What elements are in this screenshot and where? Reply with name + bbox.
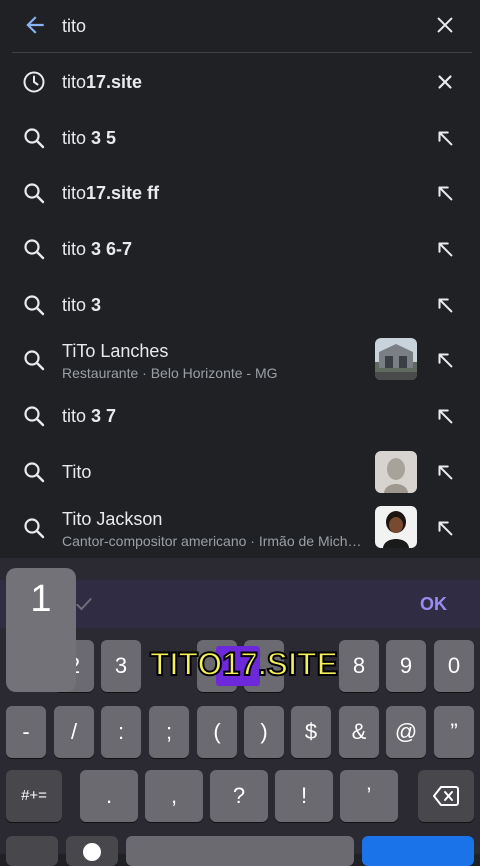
search-input[interactable] [62, 14, 402, 38]
fill-query-arrow-icon[interactable] [434, 461, 456, 483]
backspace-icon [433, 786, 459, 806]
suggestion-row[interactable]: TiTo Lanches Restaurante · Belo Horizont… [0, 332, 480, 388]
suggestion-title: tito17.site [62, 72, 143, 92]
ok-button[interactable]: OK [420, 594, 447, 615]
entity-thumbnail [375, 451, 417, 493]
keyboard-switch-key[interactable] [6, 836, 58, 866]
key-at[interactable]: @ [386, 706, 426, 758]
search-icon [24, 350, 45, 371]
suggestion-subtitle: Cantor-compositor americano · Irmão de M… [62, 533, 362, 549]
history-icon [23, 71, 45, 93]
space-key[interactable] [126, 836, 354, 866]
search-icon [24, 518, 45, 539]
key-question[interactable]: ? [210, 770, 268, 822]
suggestion-title: Tito [62, 462, 92, 482]
suggestion-title: tito 3 5 [62, 128, 117, 148]
suggestion-title: tito 3 [62, 295, 102, 315]
key-8[interactable]: 8 [339, 640, 379, 692]
key-exclamation[interactable]: ! [275, 770, 333, 822]
search-icon [24, 183, 45, 204]
suggestion-title: tito 3 7 [62, 406, 117, 426]
suggestion-title: Tito Jackson [62, 509, 163, 529]
key-dollar[interactable]: $ [291, 706, 331, 758]
remove-icon[interactable] [434, 71, 456, 93]
suggestion-row[interactable]: tito17.site ff [0, 165, 480, 221]
search-icon [24, 128, 45, 149]
fill-query-arrow-icon[interactable] [434, 182, 456, 204]
emoji-key[interactable] [66, 836, 118, 866]
key-0[interactable]: 0 [434, 640, 474, 692]
enter-key[interactable] [362, 836, 474, 866]
backspace-key[interactable] [418, 770, 474, 822]
key-apostrophe[interactable]: ’ [340, 770, 398, 822]
key-popup-1: 1 [6, 568, 76, 692]
key-colon[interactable]: : [101, 706, 141, 758]
popup-key-label: 1 [30, 578, 52, 620]
key-slash[interactable]: / [54, 706, 94, 758]
search-icon [24, 406, 45, 427]
key-ampersand[interactable]: & [339, 706, 379, 758]
key-semicolon[interactable]: ; [149, 706, 189, 758]
key-minus[interactable]: - [6, 706, 46, 758]
back-arrow-icon[interactable] [22, 12, 48, 38]
search-bar [0, 0, 480, 52]
suggestion-row[interactable]: tito 3 7 [0, 388, 480, 444]
fill-query-arrow-icon[interactable] [434, 127, 456, 149]
key-9[interactable]: 9 [386, 640, 426, 692]
place-thumbnail [375, 338, 417, 380]
fill-query-arrow-icon[interactable] [434, 405, 456, 427]
suggestion-row[interactable]: tito 3 [0, 277, 480, 333]
suggestion-row[interactable]: Tito [0, 444, 480, 500]
search-icon [24, 462, 45, 483]
key-comma[interactable]: , [145, 770, 203, 822]
key-close-paren[interactable]: ) [244, 706, 284, 758]
suggestion-row[interactable]: Tito Jackson Cantor-compositor americano… [0, 500, 480, 556]
check-icon[interactable] [74, 594, 94, 614]
key-3[interactable]: 3 [101, 640, 141, 692]
suggestion-row[interactable]: tito 3 5 [0, 110, 480, 166]
suggestion-title: tito 3 6-7 [62, 239, 133, 259]
suggestion-subtitle: Restaurante · Belo Horizonte - MG [62, 365, 278, 381]
fill-query-arrow-icon[interactable] [434, 517, 456, 539]
suggestion-row[interactable]: tito17.site [0, 54, 480, 110]
clear-icon[interactable] [434, 14, 456, 36]
symbols-toggle-key[interactable]: #+= [6, 770, 62, 822]
fill-query-arrow-icon[interactable] [434, 294, 456, 316]
search-icon [24, 295, 45, 316]
key-open-paren[interactable]: ( [197, 706, 237, 758]
key-period[interactable]: . [80, 770, 138, 822]
search-icon [24, 239, 45, 260]
fill-query-arrow-icon[interactable] [434, 238, 456, 260]
suggestion-title: tito17.site ff [62, 183, 160, 203]
divider [12, 52, 472, 53]
entity-thumbnail [375, 506, 417, 548]
overlay-caption: TITO17.SITE [149, 645, 339, 683]
key-quote[interactable]: ” [434, 706, 474, 758]
suggestion-row[interactable]: tito 3 6-7 [0, 221, 480, 277]
suggestion-title: TiTo Lanches [62, 341, 169, 361]
fill-query-arrow-icon[interactable] [434, 349, 456, 371]
emoji-icon [83, 843, 101, 861]
